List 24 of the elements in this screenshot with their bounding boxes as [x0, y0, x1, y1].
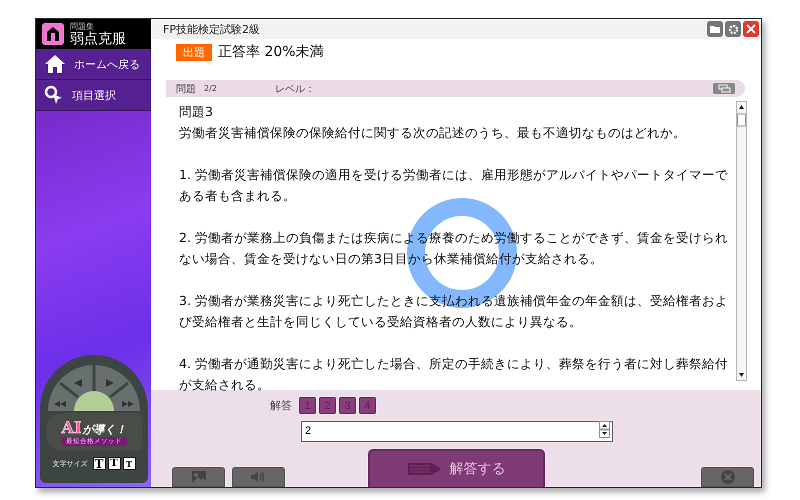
answer-option: 4. 労働者が通勤災害により死亡した場合、所定の手続きにより、葬祭を行う者に対し葬祭給付が支給される。 — [179, 353, 728, 395]
answer-option: 1. 労働者災害補償保険の適用を受ける労働者には、雇用形態がアルバイトやパートタイマーである者も含まれる。 — [179, 164, 728, 206]
filter-label: 正答率 20%未満 — [218, 43, 324, 61]
answer-label: 解答 — [270, 398, 292, 413]
level-label: レベル： — [274, 82, 315, 96]
answer-field[interactable]: 2 — [301, 420, 613, 442]
font-size-button[interactable]: T — [122, 457, 136, 470]
question-label: 問題 — [176, 82, 196, 96]
filter-tag: 出題 — [176, 44, 212, 60]
question-title: 問題3 — [179, 103, 214, 121]
question-count: 2/2 — [204, 84, 217, 93]
question-stem: 労働者災害補償保険の保険給付に関する次の記述のうち、最も不適切なものはどれか。 — [179, 124, 687, 142]
answer-option: 2. 労働者が業務上の負傷または疾病による療養のため労働することができず、賃金を受けられない場合、賃金を受けない日の第3日目から休業補償給付が支給される。 — [179, 227, 728, 269]
window-title: FP技能検定試験2級 — [163, 22, 261, 36]
logo-title: 弱点克服 — [70, 30, 126, 46]
sidebar-item[interactable]: ホームへ戻る — [36, 49, 151, 80]
ai-logo-subtext: が導く！ — [82, 422, 126, 437]
ai-logo-text: AI — [62, 418, 82, 437]
answer-option: 3. 労働者が業務災害により死亡したときに支払われる遺族補償年金の年金額は、受給権者および受給権者と生計を同じくしている受給資格者の人数により異なる。 — [179, 290, 728, 332]
submit-answer-button[interactable]: 解答する — [368, 449, 545, 487]
sidebar-item[interactable]: 項目選択 — [36, 80, 151, 111]
logo-caption: 問題集 — [70, 22, 94, 30]
font-size-button[interactable]: T — [108, 457, 120, 470]
font-size-button[interactable]: T — [92, 457, 106, 470]
